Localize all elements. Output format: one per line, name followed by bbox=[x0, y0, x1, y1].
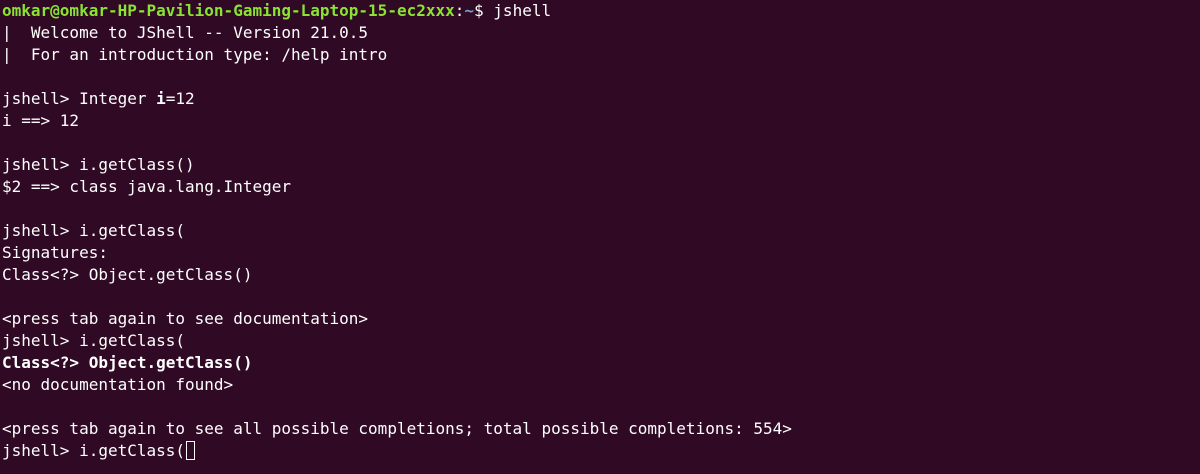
text-cursor bbox=[186, 441, 196, 460]
output-line: i ==> 12 bbox=[2, 111, 80, 130]
current-input[interactable]: i.getClass( bbox=[79, 441, 185, 460]
output-line: Class<?> Object.getClass() bbox=[2, 265, 253, 284]
command-text: =12 bbox=[165, 89, 195, 108]
command-text: i.getClass( bbox=[79, 331, 186, 350]
banner-line-intro: | For an introduction type: /help intro bbox=[2, 45, 388, 64]
output-line: <no documentation found> bbox=[2, 375, 234, 394]
documentation-signature: Class<?> Object.getClass() bbox=[2, 353, 253, 372]
prompt-symbol: $ bbox=[474, 1, 494, 20]
output-line: $2 ==> class java.lang.Integer bbox=[2, 177, 291, 196]
command-text: i.getClass( bbox=[79, 221, 186, 240]
banner-line-welcome: | Welcome to JShell -- Version 21.0.5 bbox=[2, 23, 369, 42]
hint-line: <press tab again to see documentation> bbox=[2, 309, 369, 328]
jshell-prompt: jshell> bbox=[2, 89, 80, 108]
prompt-user-host: omkar@omkar-HP-Pavilion-Gaming-Laptop-15… bbox=[2, 1, 455, 20]
jshell-prompt: jshell> bbox=[2, 441, 80, 460]
output-line: Signatures: bbox=[2, 243, 108, 262]
variable-name: i bbox=[156, 89, 166, 108]
jshell-prompt: jshell> bbox=[2, 221, 80, 240]
prompt-path: ~ bbox=[464, 1, 475, 20]
jshell-command-line: jshell> i.getClass() bbox=[2, 154, 1200, 176]
jshell-command-line: jshell> i.getClass( bbox=[2, 330, 1200, 352]
command-text: Integer bbox=[79, 89, 157, 108]
jshell-prompt: jshell> bbox=[2, 331, 80, 350]
jshell-command-line: jshell> i.getClass( bbox=[2, 220, 1200, 242]
jshell-input-line[interactable]: jshell> i.getClass( bbox=[2, 440, 1200, 462]
jshell-prompt: jshell> bbox=[2, 155, 80, 174]
jshell-command-line: jshell> Integer i=12 bbox=[2, 88, 1200, 110]
terminal-window[interactable]: omkar@omkar-HP-Pavilion-Gaming-Laptop-15… bbox=[0, 0, 1200, 474]
hint-line: <press tab again to see all possible com… bbox=[2, 419, 792, 438]
shell-prompt-line: omkar@omkar-HP-Pavilion-Gaming-Laptop-15… bbox=[2, 0, 1200, 22]
command-text: i.getClass() bbox=[79, 155, 195, 174]
shell-command: jshell bbox=[493, 1, 552, 20]
prompt-separator: : bbox=[454, 1, 465, 20]
